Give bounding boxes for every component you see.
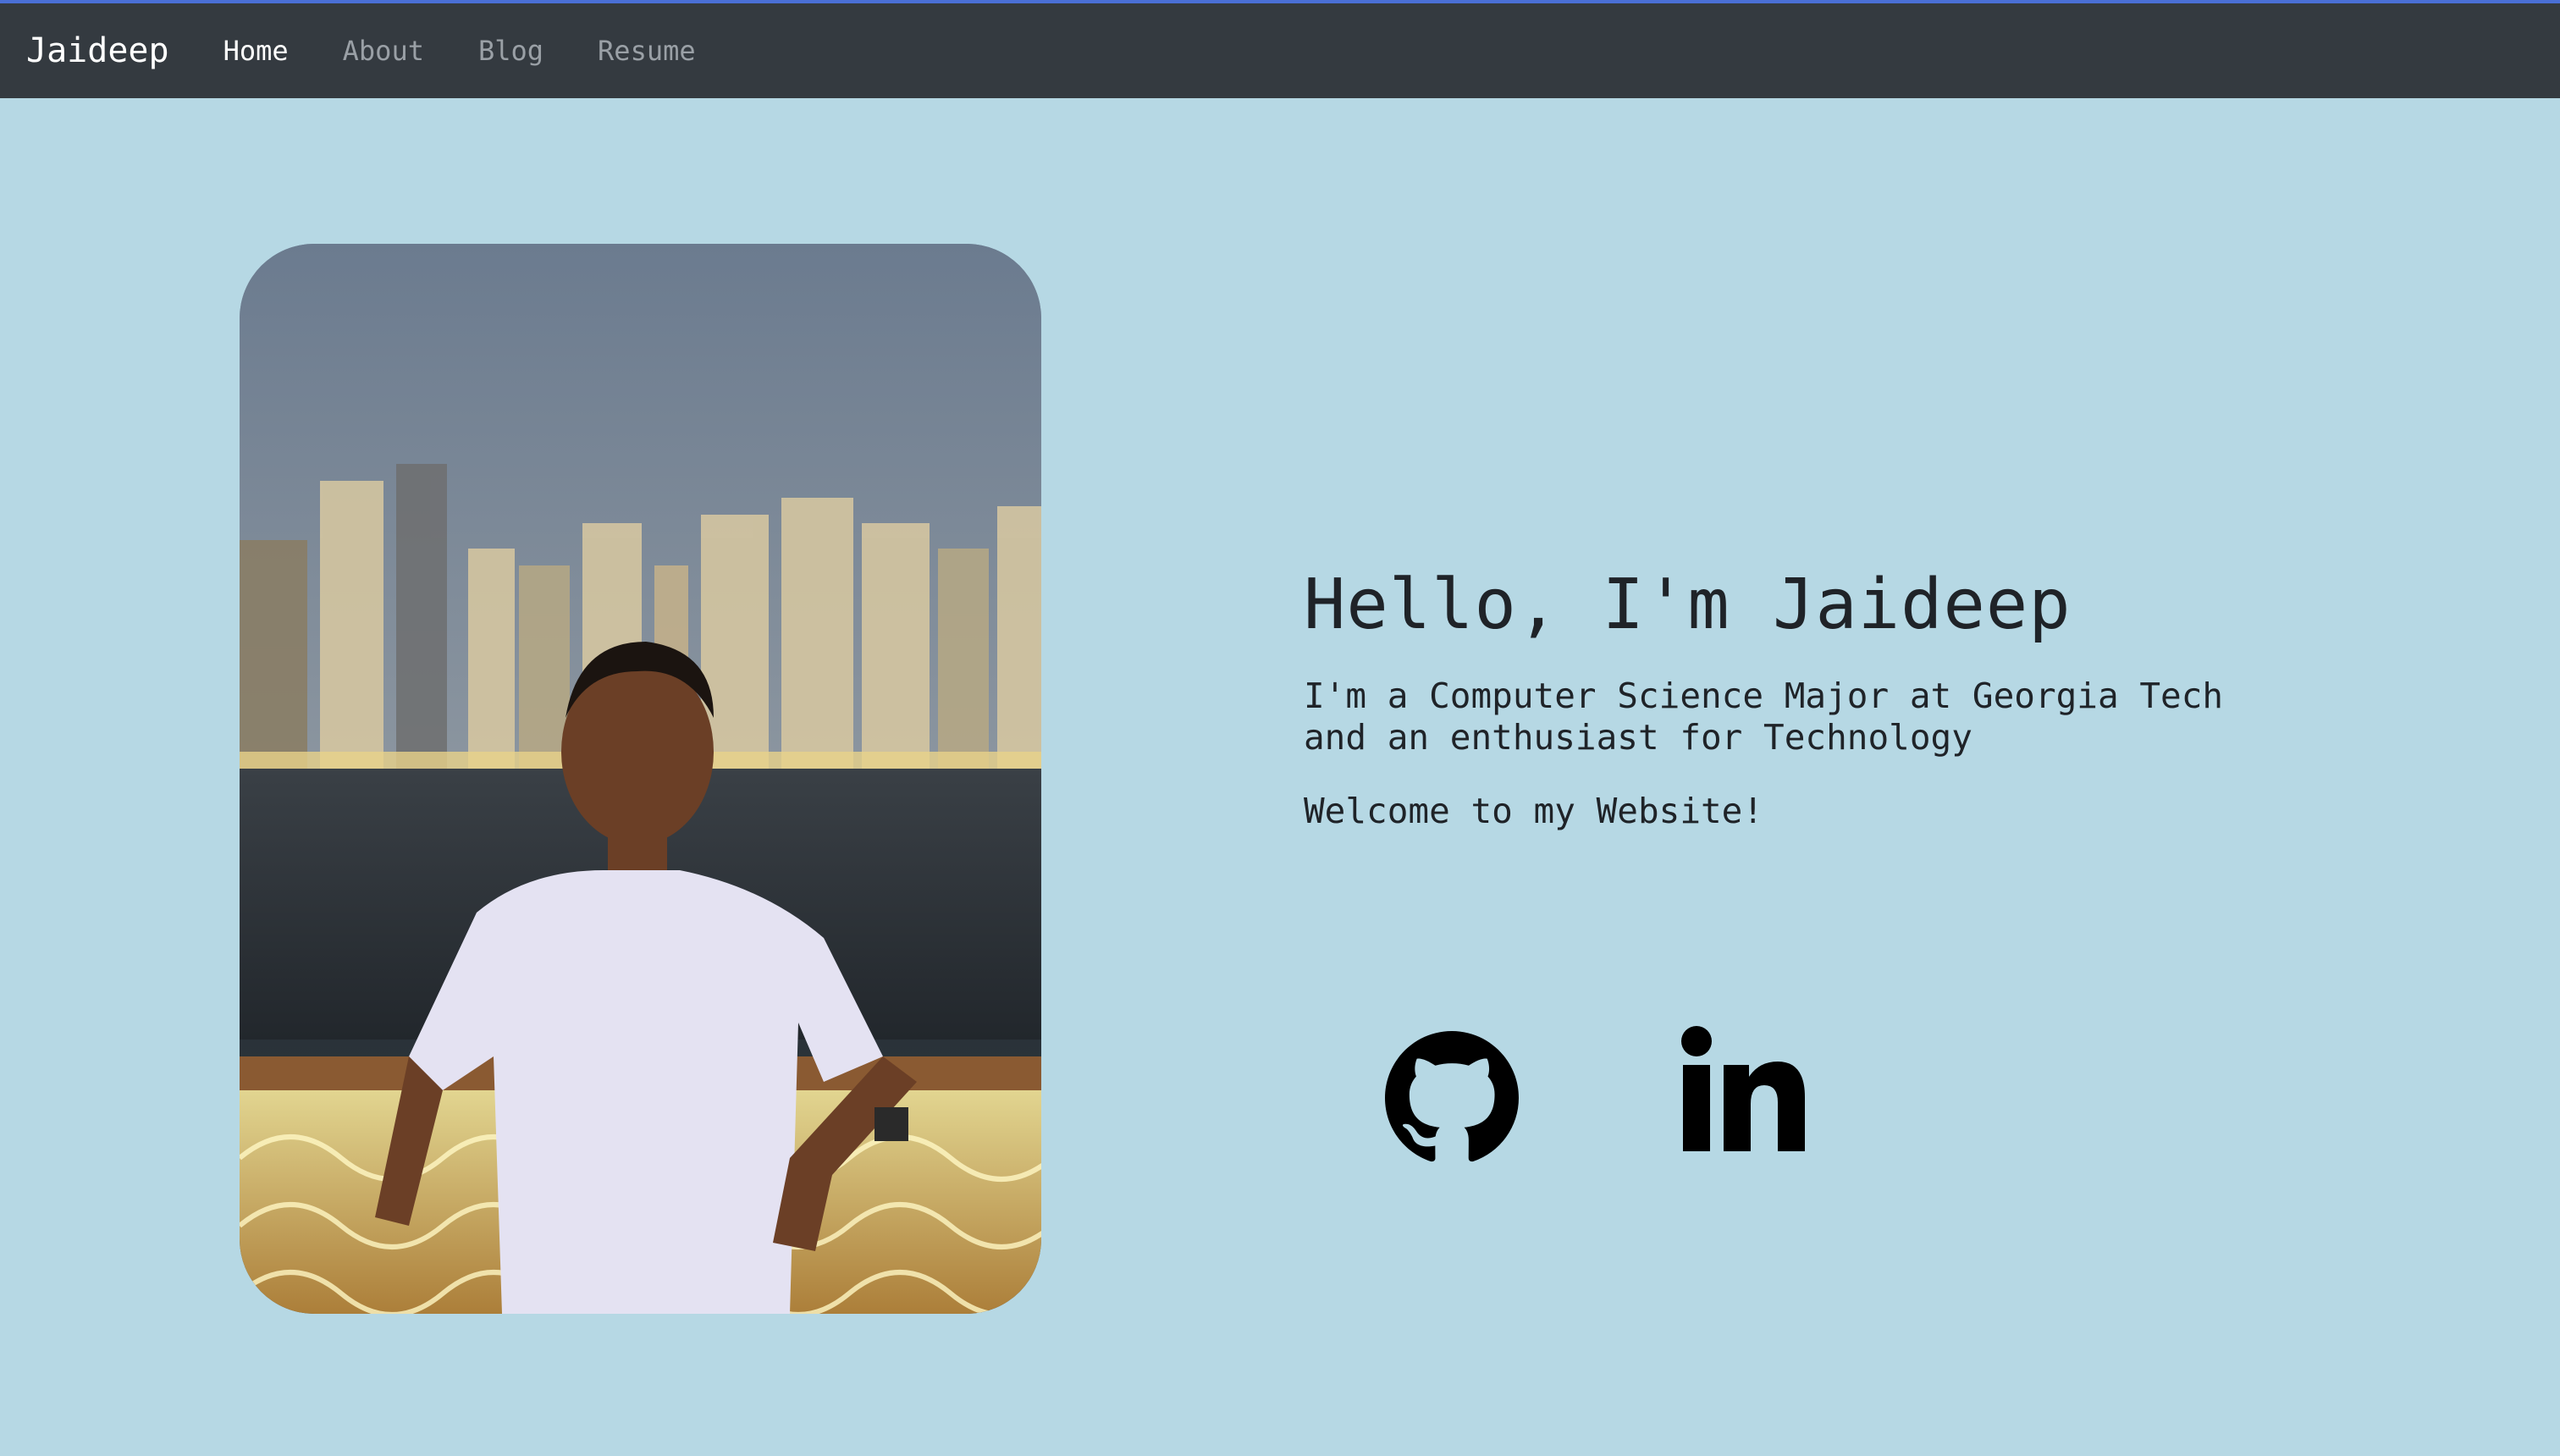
- profile-photo: [240, 244, 1041, 1314]
- hero-welcome: Welcome to my Website!: [1304, 791, 1764, 831]
- nav-link-home[interactable]: Home: [223, 35, 289, 67]
- brand-link[interactable]: Jaideep: [26, 31, 169, 70]
- linkedin-icon[interactable]: [1681, 1026, 1805, 1153]
- hero-heading: Hello, I'm Jaideep: [1304, 565, 2072, 645]
- hero-intro: I'm a Computer Science Major at Georgia …: [1304, 676, 2224, 758]
- nav-link-about[interactable]: About: [343, 35, 424, 67]
- github-icon[interactable]: [1385, 1031, 1519, 1165]
- navbar: Jaideep Home About Blog Resume: [0, 3, 2560, 98]
- hero-section: Hello, I'm Jaideep I'm a Computer Scienc…: [1304, 559, 2235, 832]
- nav-link-blog[interactable]: Blog: [478, 35, 543, 67]
- nav-link-resume[interactable]: Resume: [598, 35, 696, 67]
